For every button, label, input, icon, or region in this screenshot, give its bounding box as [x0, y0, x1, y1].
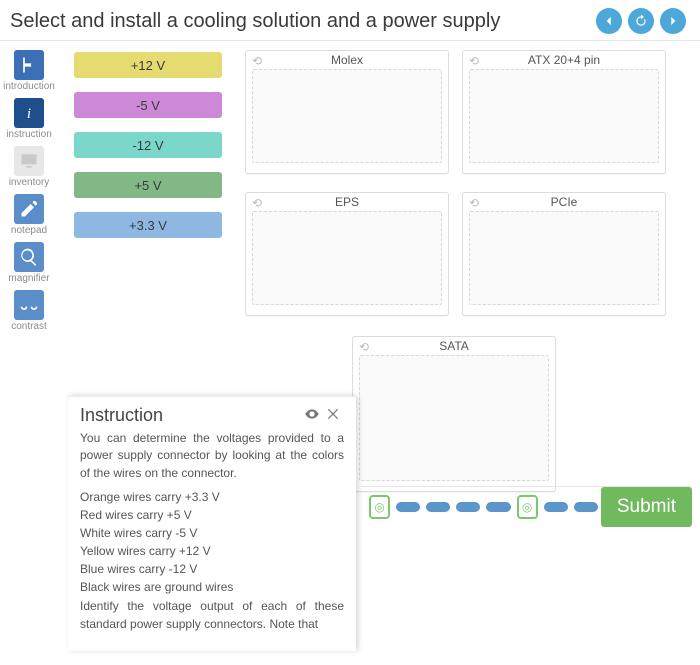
- main-area: +12 V -5 V -12 V +5 V +3.3 V ⟲Molex ⟲ATX…: [60, 44, 692, 665]
- link-icon: ⟲: [252, 54, 262, 68]
- header: Select and install a cooling solution an…: [0, 0, 700, 41]
- sidebar-item-contrast[interactable]: contrast: [0, 290, 58, 332]
- progress-step[interactable]: [426, 502, 450, 512]
- sidebar-item-notepad[interactable]: notepad: [0, 194, 58, 236]
- drop-target-molex[interactable]: ⟲Molex: [245, 50, 449, 174]
- voltage-chip[interactable]: +5 V: [74, 172, 222, 198]
- voltage-chip[interactable]: -5 V: [74, 92, 222, 118]
- svg-text:i: i: [27, 106, 31, 122]
- page-title: Select and install a cooling solution an…: [10, 10, 500, 33]
- instruction-line: Orange wires carry +3.3 V: [80, 490, 344, 504]
- search-icon: [14, 242, 44, 272]
- voltage-chip[interactable]: +12 V: [74, 52, 222, 78]
- voltage-chip[interactable]: +3.3 V: [74, 212, 222, 238]
- info-icon: i: [14, 98, 44, 128]
- glasses-icon: [14, 290, 44, 320]
- drop-target-body[interactable]: [469, 211, 659, 305]
- link-icon: ⟲: [469, 54, 479, 68]
- chevron-left-icon: [602, 14, 616, 28]
- drop-target-eps[interactable]: ⟲EPS: [245, 192, 449, 316]
- eye-icon[interactable]: [304, 406, 322, 425]
- nav-buttons: [596, 8, 686, 34]
- sidebar-item-label: contrast: [11, 321, 47, 332]
- sidebar-item-label: notepad: [11, 225, 47, 236]
- drop-target-sata[interactable]: ⟲SATA: [352, 336, 556, 492]
- submit-button[interactable]: Submit: [601, 487, 692, 527]
- voltage-chip-list: +12 V -5 V -12 V +5 V +3.3 V: [74, 52, 222, 238]
- sidebar: introduction i instruction inventory not…: [0, 44, 58, 332]
- progress-step[interactable]: [574, 502, 598, 512]
- drop-target-title: PCIe: [469, 195, 659, 209]
- chevron-right-icon: [666, 14, 680, 28]
- sidebar-item-magnifier[interactable]: magnifier: [0, 242, 58, 284]
- pencil-icon: [14, 194, 44, 224]
- instruction-line: Red wires carry +5 V: [80, 508, 344, 522]
- drop-target-title: ATX 20+4 pin: [469, 53, 659, 67]
- link-icon: ⟲: [252, 196, 262, 210]
- voltage-chip[interactable]: -12 V: [74, 132, 222, 158]
- drop-target-body[interactable]: [252, 211, 442, 305]
- monitor-icon: [14, 146, 44, 176]
- progress-step[interactable]: [456, 502, 480, 512]
- sidebar-item-introduction[interactable]: introduction: [0, 50, 58, 92]
- sidebar-item-label: magnifier: [8, 273, 49, 284]
- link-icon: ⟲: [469, 196, 479, 210]
- sidebar-item-inventory[interactable]: inventory: [0, 146, 58, 188]
- refresh-icon: [634, 14, 648, 28]
- drop-target-body[interactable]: [359, 355, 549, 481]
- instruction-intro: You can determine the voltages provided …: [80, 430, 344, 482]
- drop-target-atx[interactable]: ⟲ATX 20+4 pin: [462, 50, 666, 174]
- sidebar-item-label: inventory: [9, 177, 50, 188]
- drop-target-title: Molex: [252, 53, 442, 67]
- close-icon[interactable]: [326, 407, 344, 424]
- drop-target-body[interactable]: [469, 69, 659, 163]
- sidebar-item-label: introduction: [3, 81, 55, 92]
- progress-strip: ◎ ◎ Submit: [358, 486, 692, 526]
- drop-target-title: SATA: [359, 339, 549, 353]
- instruction-line: White wires carry -5 V: [80, 526, 344, 540]
- drop-target-pcie[interactable]: ⟲PCIe: [462, 192, 666, 316]
- progress-step-current[interactable]: ◎: [369, 495, 390, 519]
- progress-step[interactable]: [486, 502, 510, 512]
- next-button[interactable]: [660, 8, 686, 34]
- progress-step[interactable]: [544, 502, 568, 512]
- instruction-line: Yellow wires carry +12 V: [80, 544, 344, 558]
- prev-button[interactable]: [596, 8, 622, 34]
- instruction-panel: Instruction You can determine the voltag…: [68, 396, 356, 651]
- instruction-outro: Identify the voltage output of each of t…: [80, 598, 344, 633]
- progress-step[interactable]: [396, 502, 420, 512]
- drop-target-title: EPS: [252, 195, 442, 209]
- sidebar-item-label: instruction: [6, 129, 52, 140]
- progress-step-current[interactable]: ◎: [517, 495, 538, 519]
- drop-target-body[interactable]: [252, 69, 442, 163]
- sidebar-item-instruction[interactable]: i instruction: [0, 98, 58, 140]
- refresh-button[interactable]: [628, 8, 654, 34]
- instruction-line: Black wires are ground wires: [80, 580, 344, 594]
- instruction-line: Blue wires carry -12 V: [80, 562, 344, 576]
- flag-icon: [14, 50, 44, 80]
- link-icon: ⟲: [359, 340, 369, 354]
- instruction-heading: Instruction: [80, 405, 300, 426]
